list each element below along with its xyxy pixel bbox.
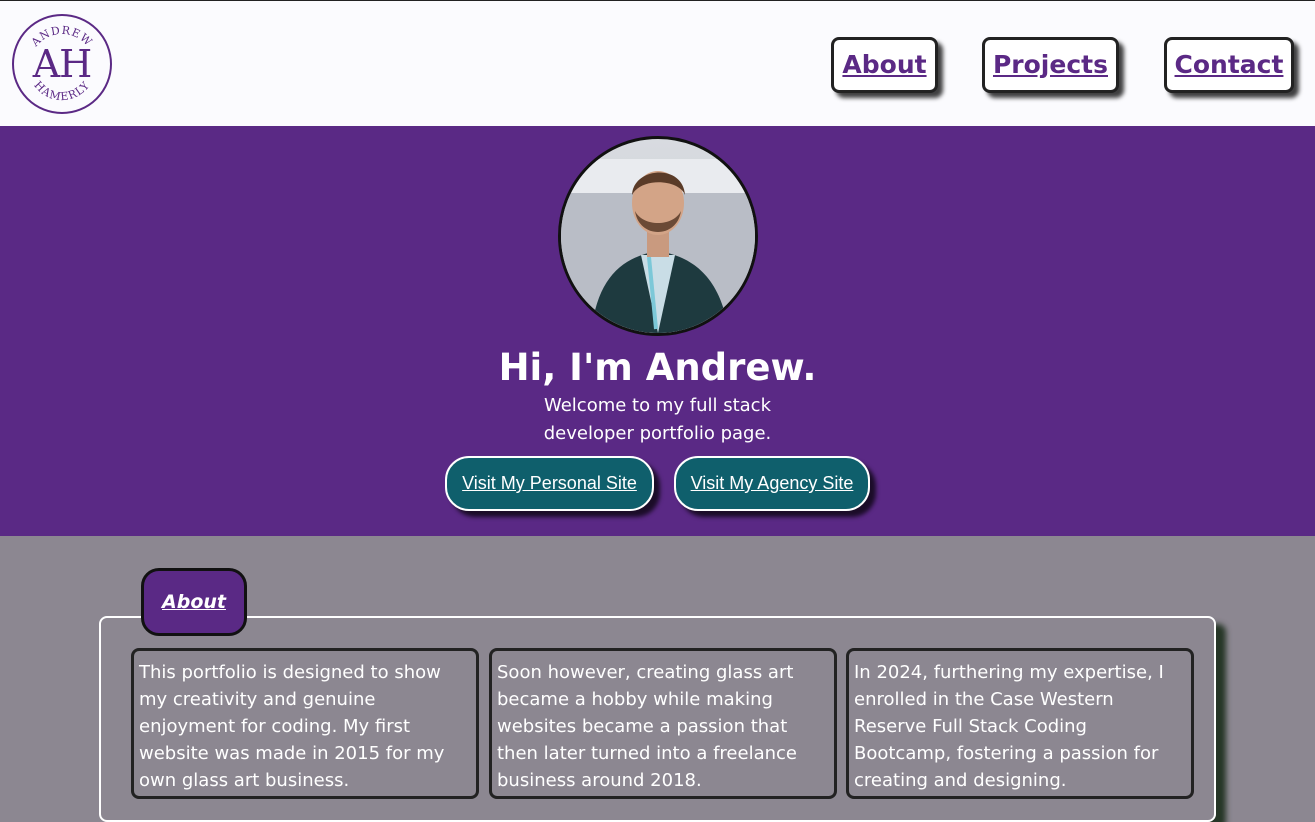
about-card: In 2024, furthering my expertise, I enro… [846, 648, 1194, 799]
logo[interactable]: ANDREW HAMERLY AH [12, 14, 112, 114]
profile-photo [558, 136, 758, 336]
hero-title: Hi, I'm Andrew. [498, 346, 817, 389]
hero-subtitle: Welcome to my full stack developer portf… [543, 395, 772, 444]
site-header: ANDREW HAMERLY AH About Projects Contact [0, 0, 1315, 126]
about-card: Soon however, creating glass art became … [489, 648, 837, 799]
nav-about-button[interactable]: About [831, 37, 938, 93]
nav-projects-button[interactable]: Projects [982, 37, 1119, 93]
about-section-tab[interactable]: About [141, 568, 247, 636]
personal-site-button[interactable]: Visit My Personal Site [445, 456, 654, 511]
agency-site-button[interactable]: Visit My Agency Site [674, 456, 870, 511]
logo-initials: AH [32, 42, 93, 86]
nav-contact-button[interactable]: Contact [1164, 37, 1294, 93]
about-card: This portfolio is designed to show my cr… [131, 648, 479, 799]
hero-section: Hi, I'm Andrew. Welcome to my full stack… [0, 126, 1315, 536]
